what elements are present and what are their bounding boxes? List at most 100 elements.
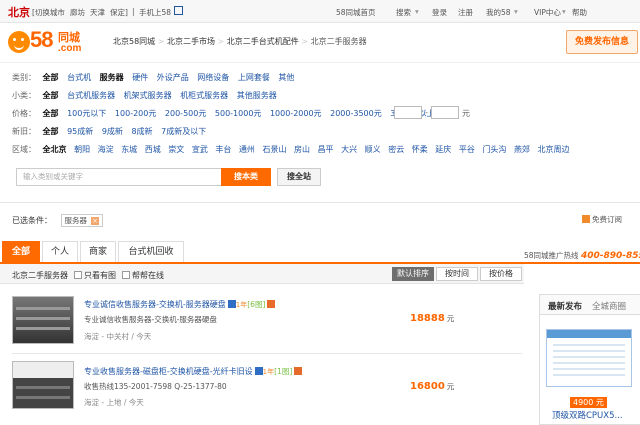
tab-merchant[interactable]: 商家	[80, 241, 116, 262]
filter-option-selected[interactable]: 全部	[43, 108, 59, 119]
register-link[interactable]: 注册	[458, 7, 473, 18]
filter-option-selected[interactable]: 全北京	[43, 144, 67, 155]
filter-subcategory: 小类： 全部 台式机服务器 机架式服务器 机柜式服务器 其他服务器	[12, 90, 283, 104]
tab-personal[interactable]: 个人	[42, 241, 78, 262]
filter-option[interactable]: 95成新	[67, 126, 93, 137]
filter-option[interactable]: 石景山	[262, 144, 286, 155]
filter-label: 新旧：	[12, 127, 36, 136]
breadcrumb: 北京58同城 > 北京二手市场 > 北京二手台式机配件 > 北京二手服务器	[113, 37, 367, 46]
tab-recycle[interactable]: 台式机回收	[118, 241, 184, 262]
filter-option[interactable]: 房山	[294, 144, 310, 155]
qr-code-icon[interactable]	[174, 6, 183, 15]
my58-link[interactable]: 我的58	[486, 7, 511, 18]
list-toolbar: 北京二手服务器 只看有图 帮帮在线 默认排序 按时间 按价格	[0, 264, 524, 284]
filter-option[interactable]: 崇文	[168, 144, 184, 155]
filter-option[interactable]: 8成新	[131, 126, 152, 137]
featured-listing-title[interactable]: 顶级双路CPUX5...	[552, 409, 623, 421]
listing-location: 海淀 - 上地 / 今天	[84, 398, 144, 407]
close-icon[interactable]: ×	[91, 217, 100, 225]
filter-option[interactable]: 机柜式服务器	[180, 90, 228, 101]
filter-option[interactable]: 平谷	[459, 144, 475, 155]
breadcrumb-item[interactable]: 北京二手台式机配件	[227, 37, 299, 46]
tab-all[interactable]: 全部	[2, 241, 40, 262]
listing-thumbnail[interactable]	[12, 361, 74, 409]
chevron-down-icon: ▾	[562, 7, 566, 16]
filter-option[interactable]: 通州	[239, 144, 255, 155]
listing-title[interactable]: 专业诚信收售服务器-交换机-服务器硬盘 1年[6图]	[84, 299, 276, 310]
vip-link[interactable]: VIP中心	[534, 7, 561, 18]
current-city: 北京	[8, 6, 30, 19]
filter-option[interactable]: 外设产品	[157, 72, 189, 83]
filter-option[interactable]: 2000-3500元	[330, 108, 382, 119]
selected-conditions: 已选条件： 服务器 ×	[12, 214, 104, 227]
filter-option[interactable]: 门头沟	[482, 144, 506, 155]
home-link[interactable]: 58同城首页	[336, 7, 376, 18]
filter-option[interactable]: 9成新	[102, 126, 123, 137]
filter-option[interactable]: 机架式服务器	[124, 90, 172, 101]
search-site-button[interactable]: 搜全站	[277, 168, 321, 186]
filter-option[interactable]: 延庆	[435, 144, 451, 155]
filter-option[interactable]: 怀柔	[412, 144, 428, 155]
help-online-checkbox[interactable]: 帮帮在线	[122, 270, 164, 281]
price-max-input[interactable]	[431, 106, 459, 119]
breadcrumb-item[interactable]: 北京二手市场	[167, 37, 215, 46]
listing-title[interactable]: 专业收售服务器-磁盘柜-交换机硬盘-光纤卡旧设 1年[1图]	[84, 366, 303, 377]
listing-thumbnail[interactable]	[12, 296, 74, 344]
filter-option[interactable]: 朝阳	[74, 144, 90, 155]
chevron-down-icon: ▾	[415, 7, 419, 16]
sort-time-button[interactable]: 按时间	[436, 267, 478, 281]
search-link[interactable]: 搜索	[396, 7, 411, 18]
filter-option-selected[interactable]: 全部	[43, 90, 59, 101]
help-link[interactable]: 帮助	[572, 7, 587, 18]
login-link[interactable]: 登录	[432, 7, 447, 18]
subscribe-link[interactable]: 免费订阅	[582, 214, 622, 225]
filter-option[interactable]: 上网套餐	[238, 72, 270, 83]
filter-option[interactable]: 台式机	[67, 72, 91, 83]
nearby-city-0[interactable]: 廊坊	[70, 7, 85, 18]
filter-option[interactable]: 其他服务器	[237, 90, 277, 101]
nearby-city-2[interactable]: 保定]	[110, 7, 128, 18]
filter-option[interactable]: 燕郊	[514, 144, 530, 155]
filter-option[interactable]: 昌平	[318, 144, 334, 155]
filter-option[interactable]: 500-1000元	[215, 108, 262, 119]
sort-default-button[interactable]: 默认排序	[392, 267, 434, 281]
filter-option-selected[interactable]: 服务器	[100, 72, 124, 83]
filter-option[interactable]: 密云	[388, 144, 404, 155]
filter-option[interactable]: 100-200元	[115, 108, 156, 119]
filter-option[interactable]: 顺义	[365, 144, 381, 155]
breadcrumb-item[interactable]: 北京58同城	[113, 37, 155, 46]
filter-option[interactable]: 100元以下	[67, 108, 106, 119]
sort-price-button[interactable]: 按价格	[480, 267, 522, 281]
filter-option-selected[interactable]: 全部	[43, 126, 59, 137]
filter-option[interactable]: 网络设备	[197, 72, 229, 83]
verified-icon	[254, 367, 263, 375]
tab-latest[interactable]: 最新发布	[548, 300, 582, 312]
filter-option[interactable]: 台式机服务器	[67, 90, 115, 101]
divider: |	[132, 7, 135, 16]
filter-option[interactable]: 海淀	[98, 144, 114, 155]
filter-option[interactable]: 西城	[145, 144, 161, 155]
filter-option[interactable]: 全部	[43, 72, 59, 83]
filter-option[interactable]: 东城	[121, 144, 137, 155]
featured-listing-image[interactable]	[546, 329, 632, 387]
filter-option[interactable]: 北京周边	[537, 144, 569, 155]
switch-city-link[interactable]: [切换城市	[32, 7, 65, 18]
mobile-link[interactable]: 手机上58	[139, 7, 171, 18]
search-category-button[interactable]: 搜本类	[221, 168, 271, 186]
only-image-checkbox[interactable]: 只看有图	[74, 270, 116, 281]
filter-option[interactable]: 大兴	[341, 144, 357, 155]
site-logo[interactable]: 58 同城 .com	[6, 27, 102, 57]
price-min-input[interactable]	[394, 106, 422, 119]
filter-option[interactable]: 200-500元	[165, 108, 206, 119]
filter-option[interactable]: 其他	[278, 72, 294, 83]
search-input[interactable]: 输入类别或关键字	[16, 168, 222, 186]
tab-districts[interactable]: 全城商圈	[592, 300, 626, 312]
filter-option[interactable]: 1000-2000元	[270, 108, 322, 119]
filter-option[interactable]: 丰台	[215, 144, 231, 155]
promo-icon	[267, 300, 276, 308]
filter-option[interactable]: 7成新及以下	[161, 126, 206, 137]
filter-option[interactable]: 硬件	[132, 72, 148, 83]
post-listing-button[interactable]: 免费发布信息	[566, 30, 638, 54]
nearby-city-1[interactable]: 天津	[90, 7, 105, 18]
filter-option[interactable]: 宣武	[192, 144, 208, 155]
